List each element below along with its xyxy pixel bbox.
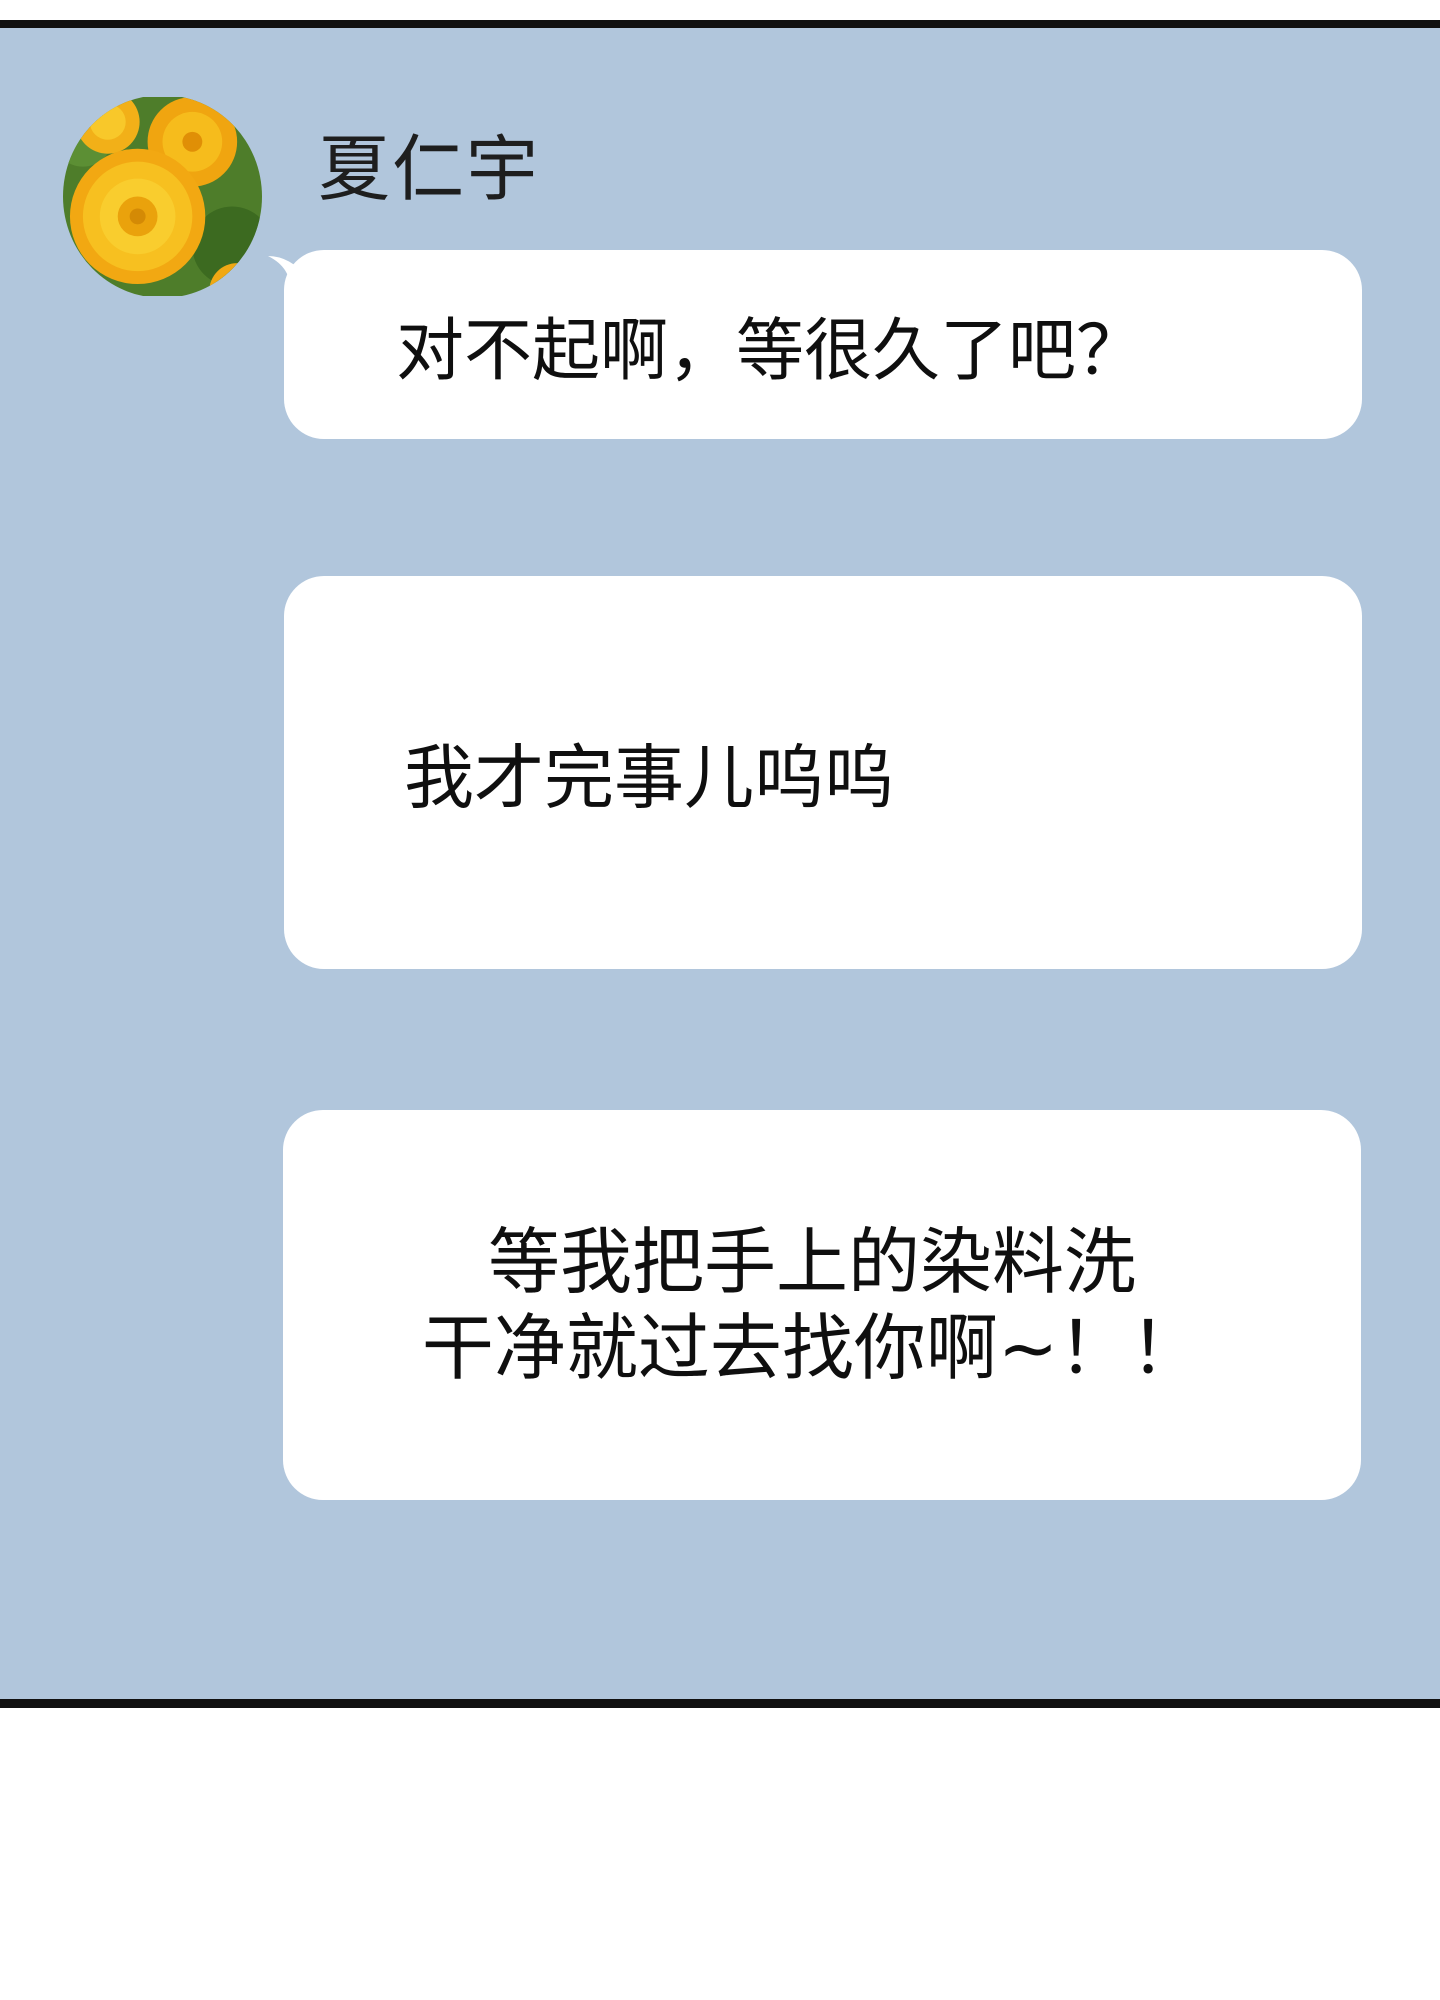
message-bubble[interactable]: 我才完事儿呜呜 xyxy=(284,576,1362,969)
contact-avatar[interactable] xyxy=(63,95,262,298)
message-text: 我才完事儿呜呜 xyxy=(404,737,894,819)
message-bubble[interactable]: 等我把手上的染料洗 干净就过去找你啊~！！ xyxy=(283,1110,1361,1500)
dandelion-avatar-icon xyxy=(63,95,262,298)
contact-name: 夏仁宇 xyxy=(318,127,541,211)
chat-panel: 夏仁宇 对不起啊，等很久了吧？ 我才完事儿呜呜 等我把手上的染料洗 干净就过去找… xyxy=(0,20,1440,1708)
message-bubble[interactable]: 对不起啊，等很久了吧？ xyxy=(284,250,1362,439)
message-text: 等我把手上的染料洗 干净就过去找你啊~！！ xyxy=(421,1220,1203,1390)
message-text: 对不起啊，等很久了吧？ xyxy=(396,312,1145,391)
